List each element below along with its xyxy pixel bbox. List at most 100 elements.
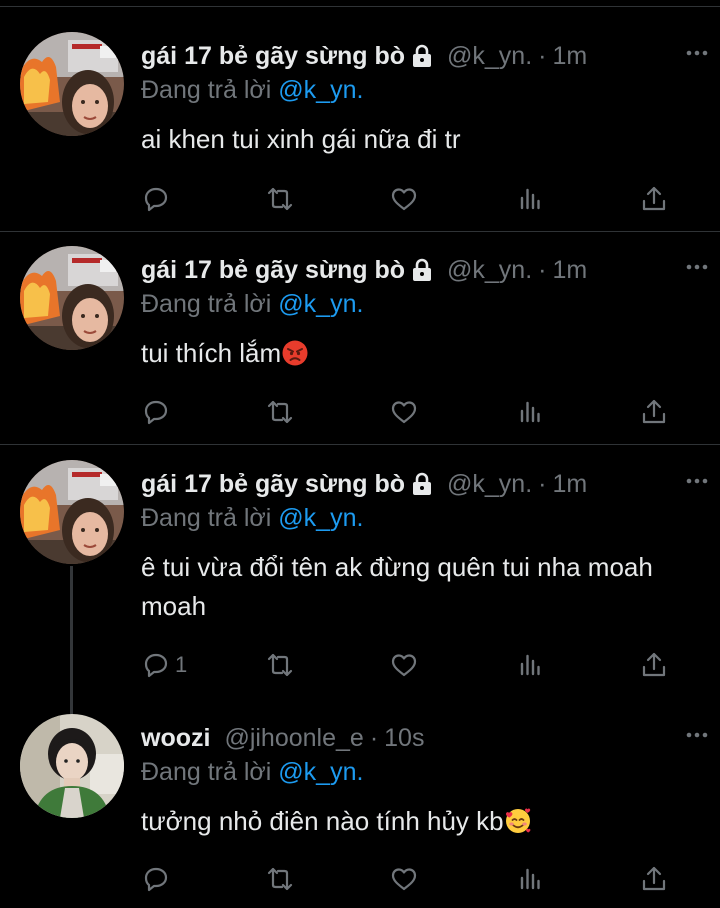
avatar[interactable] bbox=[20, 246, 124, 350]
girl-fire-avatar bbox=[20, 246, 124, 350]
display-name[interactable]: gái 17 bẻ gãy sừng bò bbox=[141, 42, 405, 71]
tweet-text: ai khen tui xinh gái nữa đi tr bbox=[141, 124, 461, 154]
tweet-content: gái 17 bẻ gãy sừng bò @k_yn. · 1m Đang t… bbox=[141, 466, 700, 626]
like-button[interactable] bbox=[389, 862, 419, 896]
display-name[interactable]: gái 17 bẻ gãy sừng bò bbox=[141, 256, 405, 285]
replying-prefix: Đang trả lời bbox=[141, 290, 272, 318]
tweet[interactable]: gái 17 bẻ gãy sừng bò @k_yn. · 1m Đang t… bbox=[0, 448, 720, 702]
share-icon bbox=[642, 652, 666, 677]
avatar[interactable] bbox=[20, 714, 124, 818]
display-name[interactable]: gái 17 bẻ gãy sừng bò bbox=[141, 470, 405, 499]
timestamp[interactable]: 10s bbox=[384, 724, 424, 753]
tweet-text-body: tưởng nhỏ điên nào tính hủy kb bbox=[141, 806, 504, 836]
like-button[interactable] bbox=[389, 182, 419, 216]
more-icon[interactable] bbox=[684, 722, 710, 748]
action-bar bbox=[141, 182, 671, 216]
retweet-button[interactable] bbox=[265, 648, 295, 682]
like-icon bbox=[391, 654, 417, 677]
retweet-icon bbox=[267, 400, 293, 424]
tweet-header: gái 17 bẻ gãy sừng bò @k_yn. · 1m bbox=[141, 252, 700, 288]
share-icon bbox=[642, 186, 666, 211]
lock-icon bbox=[413, 258, 432, 281]
like-button[interactable] bbox=[389, 395, 419, 429]
handle[interactable]: @k_yn. bbox=[447, 470, 532, 499]
girl-fire-avatar bbox=[20, 32, 124, 136]
avatar[interactable] bbox=[20, 460, 124, 564]
angry-face-emoji bbox=[282, 340, 308, 366]
like-icon bbox=[391, 401, 417, 424]
reply-count: 1 bbox=[175, 652, 188, 677]
reply-button[interactable] bbox=[141, 182, 175, 216]
tweet-header: woozi @jihoonle_e · 10s bbox=[141, 720, 700, 756]
replying-prefix: Đang trả lời bbox=[141, 758, 272, 786]
mention-link[interactable]: @k_yn. bbox=[278, 504, 363, 532]
replying-to: Đang trả lời @k_yn. bbox=[141, 288, 700, 320]
more-icon[interactable] bbox=[684, 40, 710, 66]
retweet-icon bbox=[267, 653, 293, 677]
retweet-icon bbox=[267, 867, 293, 891]
tweet-text-body: tui thích lắm bbox=[141, 338, 282, 368]
reply-icon bbox=[144, 400, 168, 425]
tweet[interactable]: gái 17 bẻ gãy sừng bò @k_yn. · 1m Đang t… bbox=[0, 234, 720, 444]
timestamp[interactable]: 1m bbox=[552, 470, 587, 499]
handle[interactable]: @k_yn. bbox=[447, 256, 532, 285]
lock-icon bbox=[413, 44, 432, 67]
replying-to: Đang trả lời @k_yn. bbox=[141, 756, 700, 788]
views-button[interactable] bbox=[515, 395, 545, 429]
views-button[interactable] bbox=[515, 862, 545, 896]
avatar[interactable] bbox=[20, 32, 124, 136]
tweet[interactable]: woozi @jihoonle_e · 10s Đang trả lời @k_… bbox=[0, 702, 720, 908]
share-icon bbox=[642, 866, 666, 891]
replying-to: Đang trả lời @k_yn. bbox=[141, 502, 700, 534]
like-icon bbox=[391, 188, 417, 211]
handle[interactable]: @jihoonle_e bbox=[224, 724, 363, 753]
action-bar bbox=[141, 395, 671, 429]
share-button[interactable] bbox=[639, 648, 669, 682]
separator-dot: · bbox=[538, 255, 547, 284]
share-icon bbox=[642, 399, 666, 424]
share-button[interactable] bbox=[639, 182, 669, 216]
timestamp[interactable]: 1m bbox=[552, 42, 587, 71]
like-icon bbox=[391, 868, 417, 891]
tweet[interactable]: gái 17 bẻ gãy sừng bò @k_yn. · 1m Đang t… bbox=[0, 20, 720, 232]
display-name[interactable]: woozi bbox=[141, 724, 210, 753]
reply-button[interactable]: 1 bbox=[141, 648, 187, 682]
views-button[interactable] bbox=[515, 648, 545, 682]
reply-icon bbox=[144, 653, 168, 678]
views-icon bbox=[520, 188, 540, 210]
views-icon bbox=[520, 868, 540, 890]
like-button[interactable] bbox=[389, 648, 419, 682]
tweet-content: gái 17 bẻ gãy sừng bò @k_yn. · 1m Đang t… bbox=[141, 252, 700, 373]
action-bar: 1 bbox=[141, 648, 671, 682]
mention-link[interactable]: @k_yn. bbox=[278, 76, 363, 104]
mention-link[interactable]: @k_yn. bbox=[278, 290, 363, 318]
handle[interactable]: @k_yn. bbox=[447, 42, 532, 71]
reply-icon bbox=[144, 187, 168, 212]
retweet-icon bbox=[267, 187, 293, 211]
tweet-text: tui thích lắm bbox=[141, 334, 700, 373]
reply-button[interactable] bbox=[141, 862, 175, 896]
more-icon[interactable] bbox=[684, 468, 710, 494]
more-icon[interactable] bbox=[684, 254, 710, 280]
separator-dot: · bbox=[538, 469, 547, 498]
views-icon bbox=[520, 654, 540, 676]
girl-fire-avatar bbox=[20, 460, 124, 564]
separator-dot: · bbox=[538, 41, 547, 70]
share-button[interactable] bbox=[639, 395, 669, 429]
retweet-button[interactable] bbox=[265, 182, 295, 216]
separator-dot: · bbox=[369, 723, 379, 752]
tweet-text: ê tui vừa đổi tên ak đừng quên tui nha m… bbox=[141, 552, 653, 621]
views-icon bbox=[520, 401, 540, 423]
reply-button[interactable] bbox=[141, 395, 175, 429]
retweet-button[interactable] bbox=[265, 395, 295, 429]
top-divider bbox=[0, 6, 720, 7]
tweet-content: gái 17 bẻ gãy sừng bò @k_yn. · 1m Đang t… bbox=[141, 38, 700, 159]
tweet-header: gái 17 bẻ gãy sừng bò @k_yn. · 1m bbox=[141, 38, 700, 74]
retweet-button[interactable] bbox=[265, 862, 295, 896]
views-button[interactable] bbox=[515, 182, 545, 216]
divider bbox=[0, 231, 720, 232]
timestamp[interactable]: 1m bbox=[552, 256, 587, 285]
smiling-face-hearts-emoji bbox=[505, 808, 531, 833]
share-button[interactable] bbox=[639, 862, 669, 896]
mention-link[interactable]: @k_yn. bbox=[278, 758, 363, 786]
